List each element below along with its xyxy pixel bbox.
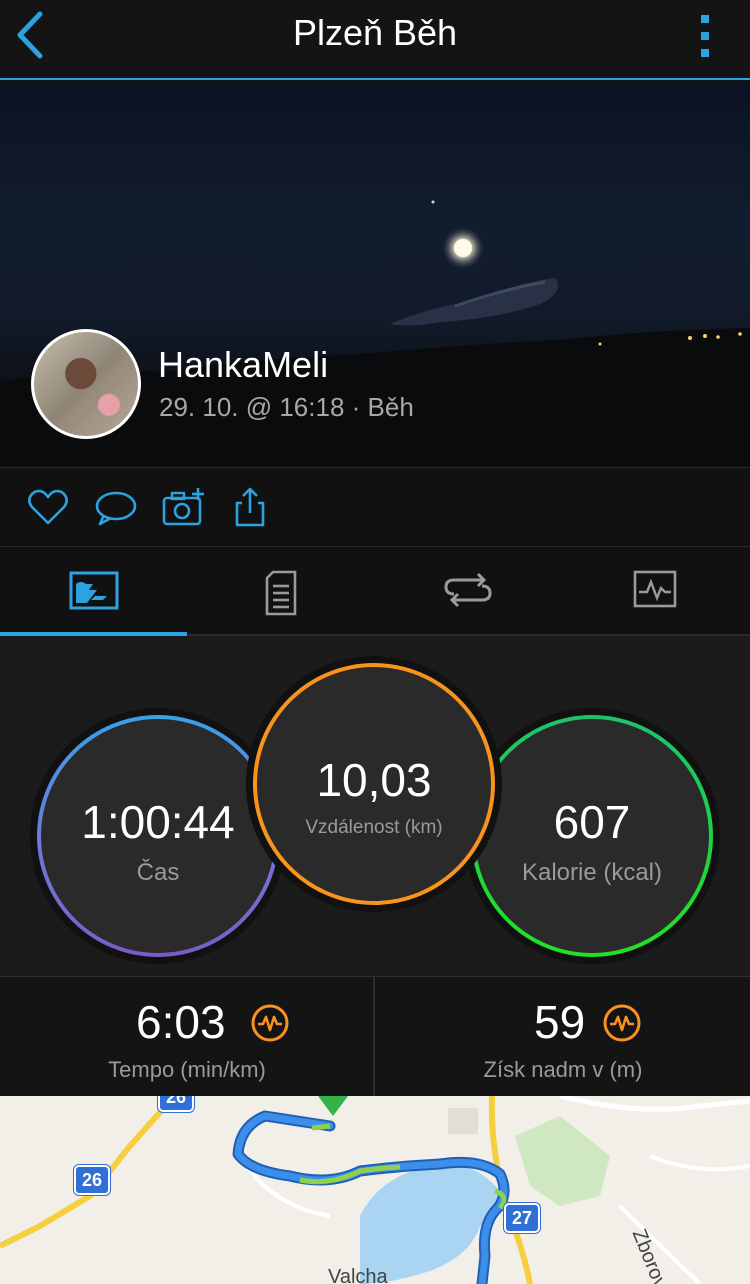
laps-icon: [443, 572, 492, 608]
distance-stat-circle[interactable]: 10,03 Vzdálenost (km): [246, 656, 502, 912]
overview-icon: [69, 571, 118, 610]
route-map[interactable]: 26 26 27 Valcha Zborovská: [0, 1096, 750, 1284]
tab-overview[interactable]: [0, 548, 187, 636]
elevation-value: 59: [534, 996, 586, 1048]
page-title: Plzeň Běh: [292, 12, 458, 53]
map-label-valcha: Valcha: [328, 1266, 388, 1284]
road-shield-26: 26: [74, 1165, 110, 1195]
comment-button[interactable]: [94, 486, 138, 530]
calories-label: Kalorie (kcal): [521, 859, 663, 886]
elevation-label: Získ nadm v (m): [483, 1057, 643, 1082]
distance-label: Vzdálenost (km): [305, 817, 443, 838]
activity-graph-icon: [603, 1004, 641, 1042]
calories-stat-circle[interactable]: 607 Kalorie (kcal): [464, 708, 720, 964]
social-action-bar: [0, 467, 750, 547]
calories-ring-inner: 607 Kalorie (kcal): [475, 719, 709, 953]
activity-summary-stats: 1:00:44 Čas 607 Kalorie (kcal) 10,03 Vzd…: [0, 636, 750, 976]
chevron-left-icon: [17, 11, 43, 59]
user-avatar[interactable]: [31, 329, 141, 439]
charts-icon: [633, 570, 676, 608]
more-vertical-icon: [701, 15, 709, 57]
comment-icon: [95, 491, 137, 526]
distance-ring-inner: 10,03 Vzdálenost (km): [257, 667, 491, 901]
secondary-metrics: 6:03 Tempo (min/km) 59 Získ nadm v (m): [0, 976, 750, 1097]
time-stat-circle[interactable]: 1:00:44 Čas: [30, 708, 286, 964]
activity-graph-icon: [251, 1004, 289, 1042]
pace-value: 6:03: [136, 996, 226, 1048]
time-label: Čas: [136, 859, 180, 886]
activity-cover-photo[interactable]: HankaMeli 29. 10. @ 16:18 · Běh: [0, 82, 750, 467]
pace-label: Tempo (min/km): [108, 1057, 266, 1082]
distance-value: 10,03: [316, 754, 432, 806]
heart-icon: [28, 489, 68, 525]
calories-ring: 607 Kalorie (kcal): [471, 715, 713, 957]
back-button[interactable]: [10, 8, 54, 62]
activity-date-type: 29. 10. @ 16:18 · Běh: [159, 392, 414, 422]
elevation-metric[interactable]: 59 Získ nadm v (m): [376, 977, 750, 1097]
tab-charts[interactable]: [561, 548, 748, 634]
more-options-button[interactable]: [698, 14, 712, 58]
tab-details[interactable]: [187, 548, 374, 634]
pace-metric[interactable]: 6:03 Tempo (min/km): [0, 977, 374, 1097]
user-name[interactable]: HankaMeli: [158, 344, 328, 386]
details-list-icon: [265, 570, 296, 616]
add-photo-button[interactable]: [162, 486, 206, 530]
share-icon: [235, 487, 265, 527]
road-shield-27: 27: [504, 1203, 540, 1233]
add-photo-icon: [162, 488, 204, 526]
time-ring: 1:00:44 Čas: [37, 715, 279, 957]
share-button[interactable]: [228, 486, 272, 530]
time-value: 1:00:44: [81, 796, 235, 848]
time-ring-inner: 1:00:44 Čas: [41, 719, 275, 953]
metrics-divider: [373, 977, 375, 1097]
calories-value: 607: [553, 796, 631, 848]
distance-ring: 10,03 Vzdálenost (km): [253, 663, 495, 905]
top-nav-bar: Plzeň Běh: [0, 0, 750, 80]
like-button[interactable]: [26, 486, 70, 530]
road-shield-26-top: 26: [158, 1096, 194, 1112]
tab-laps[interactable]: [374, 548, 561, 634]
activity-tabs: [0, 548, 750, 636]
